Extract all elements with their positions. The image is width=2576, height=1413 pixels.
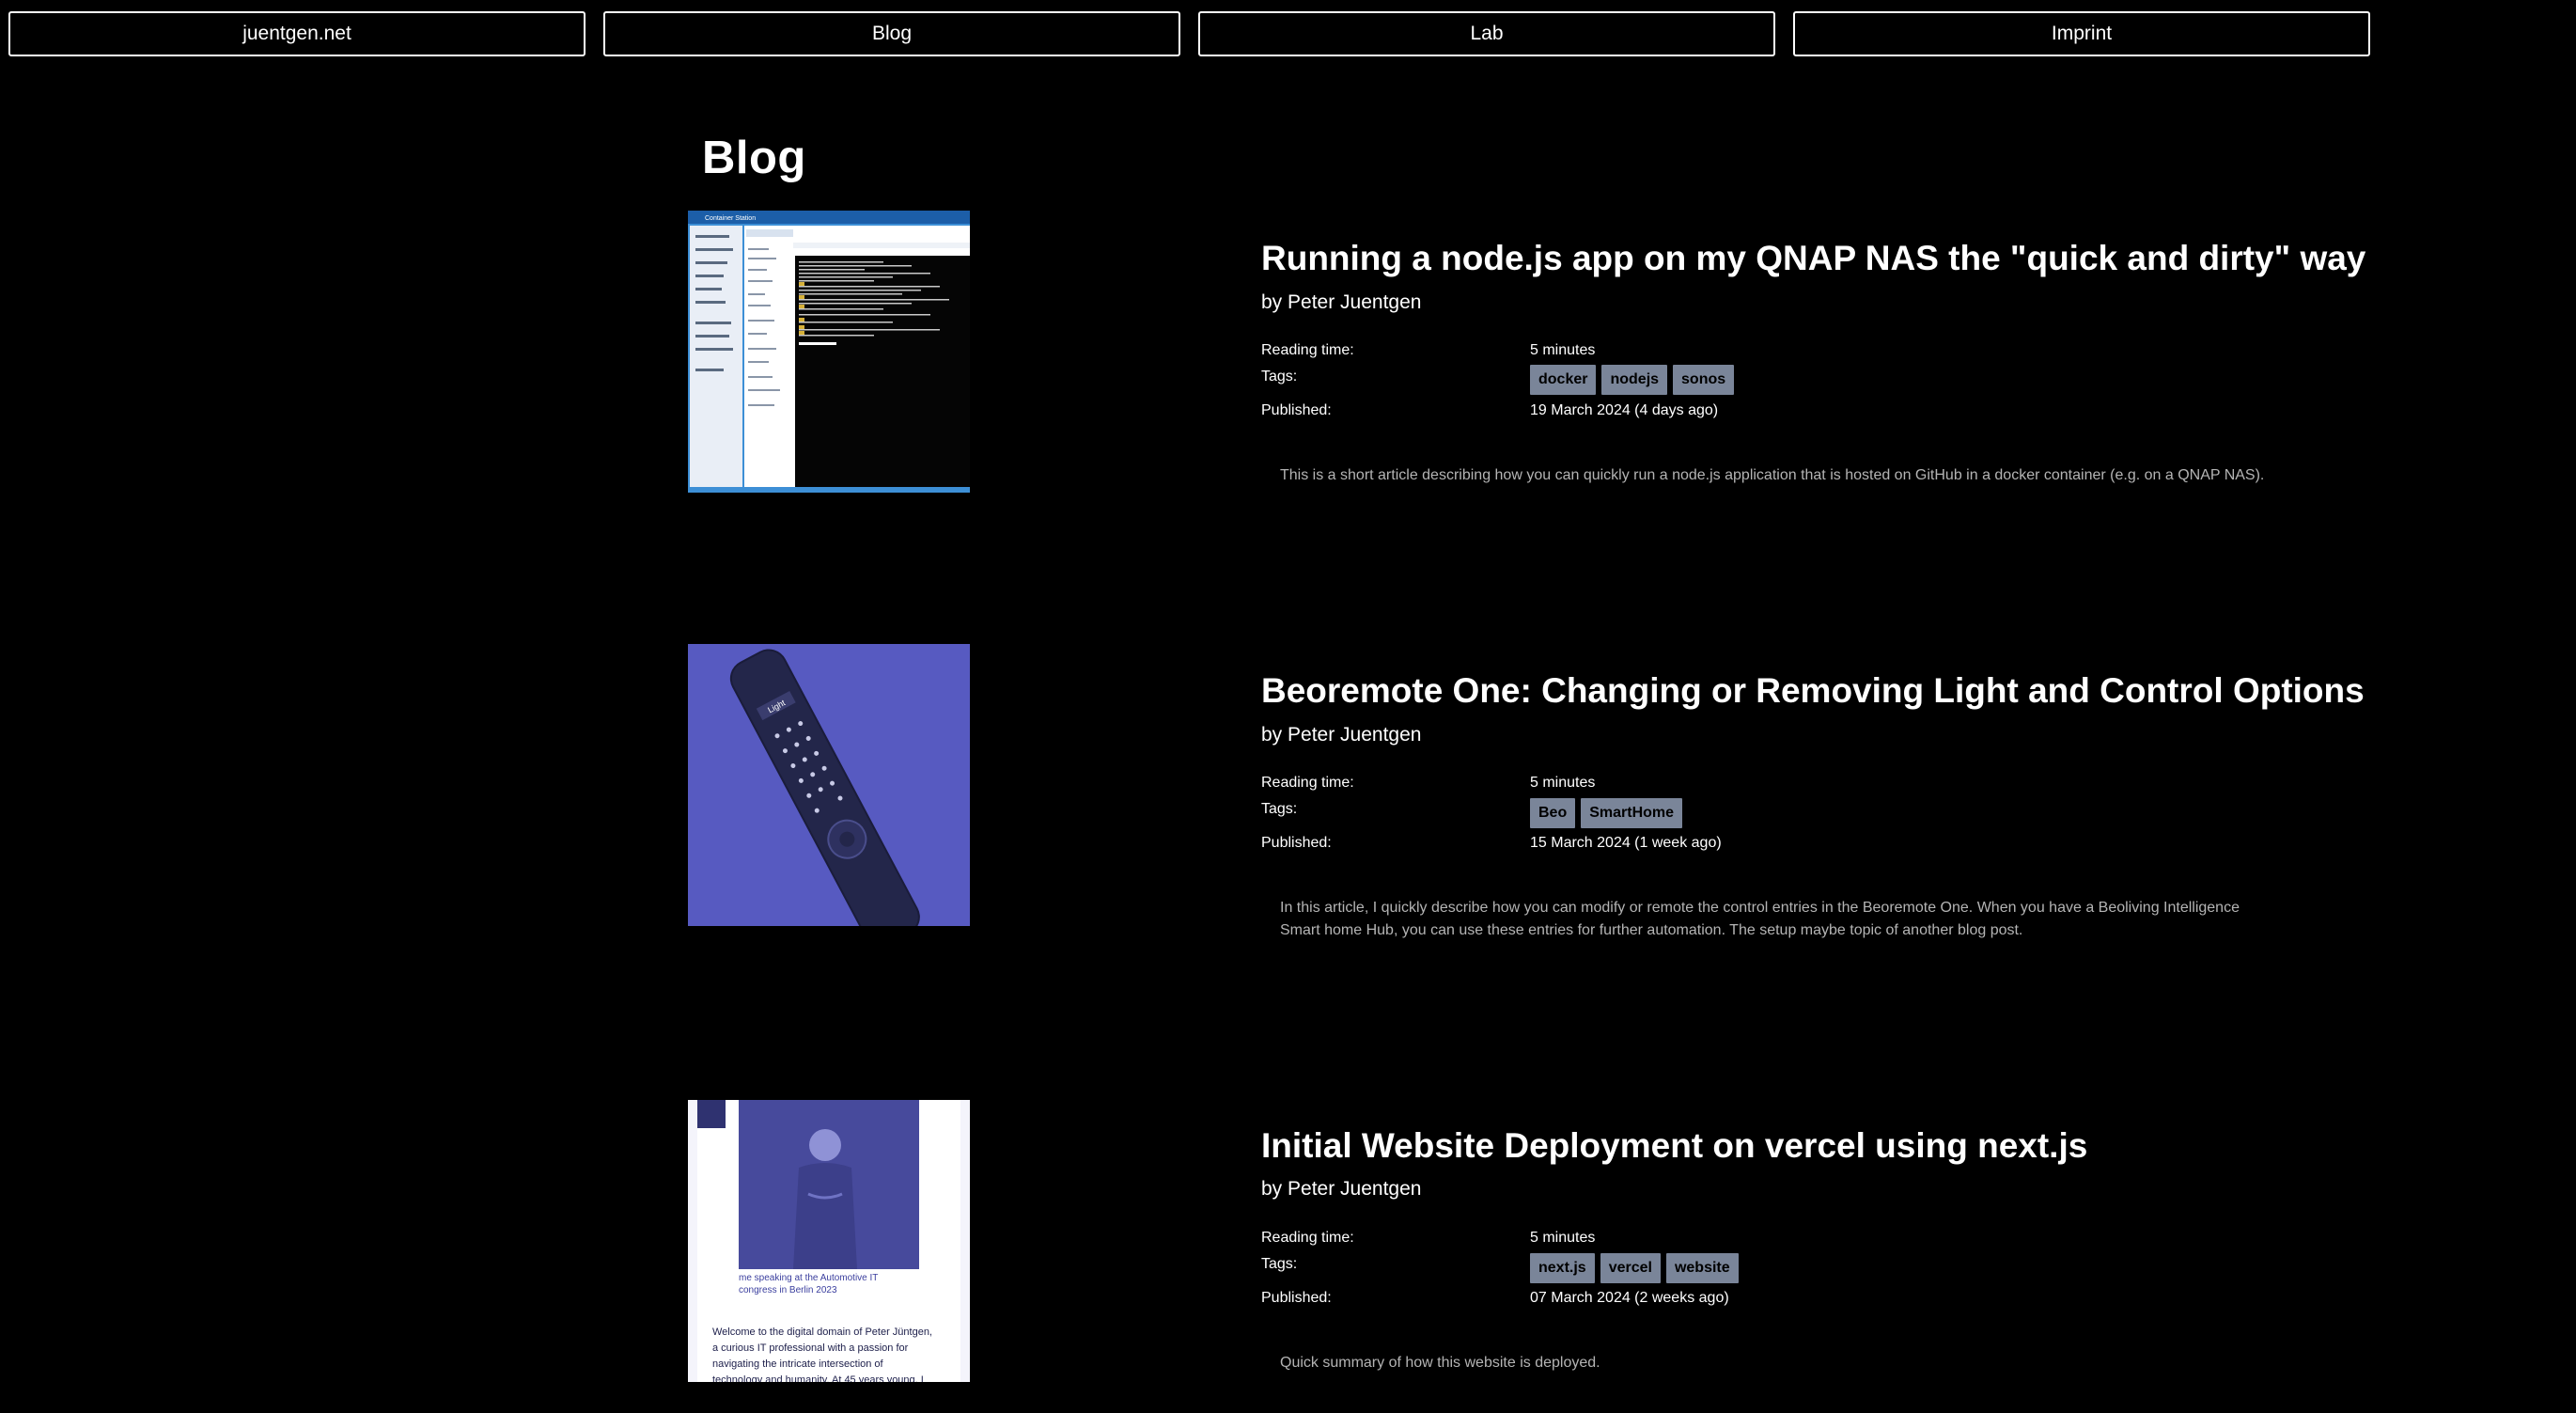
reading-time-value: 5 minutes: [1530, 775, 1596, 791]
website-screenshot-image: me speaking at the Automotive IT congres…: [688, 1100, 970, 1382]
tag-list: docker nodejs sonos: [1530, 365, 1735, 395]
post-thumbnail-qnap[interactable]: Container Station: [688, 211, 970, 493]
tags-label: Tags:: [1261, 1256, 1298, 1272]
published-label: Published:: [1261, 402, 1332, 418]
tag-badge[interactable]: vercel: [1600, 1253, 1661, 1283]
published-label: Published:: [1261, 1290, 1332, 1306]
nav-imprint-button[interactable]: Imprint: [1793, 11, 2370, 56]
post-thumbnail-beoremote[interactable]: Light: [688, 644, 970, 926]
tag-badge[interactable]: nodejs: [1601, 365, 1668, 395]
post-excerpt: Quick summary of how this website is dep…: [1280, 1355, 1600, 1371]
tag-badge[interactable]: Beo: [1530, 798, 1576, 828]
reading-time-value: 5 minutes: [1530, 1230, 1596, 1246]
tag-list: next.js vercel website: [1530, 1253, 1739, 1283]
nav-lab-button[interactable]: Lab: [1198, 11, 1775, 56]
tag-badge[interactable]: sonos: [1673, 365, 1735, 395]
published-date: 07 March 2024 (2 weeks ago): [1530, 1290, 1729, 1306]
post-title[interactable]: Beoremote One: Changing or Removing Ligh…: [1261, 671, 2365, 711]
nav-blog-button[interactable]: Blog: [603, 11, 1180, 56]
post-thumbnail-website[interactable]: me speaking at the Automotive IT congres…: [688, 1100, 970, 1382]
post-excerpt: This is a short article describing how y…: [1280, 467, 2265, 483]
tags-label: Tags:: [1261, 369, 1298, 385]
tag-badge[interactable]: SmartHome: [1581, 798, 1683, 828]
post-author: by Peter Juentgen: [1261, 1178, 1422, 1200]
post-title[interactable]: Initial Website Deployment on vercel usi…: [1261, 1126, 2087, 1166]
thumb-app-title: Container Station: [705, 215, 756, 222]
tags-label: Tags:: [1261, 801, 1298, 817]
published-date: 19 March 2024 (4 days ago): [1530, 402, 1719, 418]
reading-time-label: Reading time:: [1261, 1230, 1354, 1246]
tag-badge[interactable]: website: [1665, 1253, 1739, 1283]
reading-time-value: 5 minutes: [1530, 342, 1596, 358]
tag-list: Beo SmartHome: [1530, 798, 1683, 828]
tag-badge[interactable]: docker: [1530, 365, 1597, 395]
post-author: by Peter Juentgen: [1261, 291, 1422, 313]
published-label: Published:: [1261, 835, 1332, 851]
top-navigation: juentgen.net Blog Lab Imprint: [8, 11, 2371, 56]
post-excerpt: In this article, I quickly describe how …: [1280, 900, 2240, 938]
page-title: Blog: [702, 133, 806, 183]
post-title[interactable]: Running a node.js app on my QNAP NAS the…: [1261, 239, 2365, 278]
beoremote-photo-image: Light: [688, 644, 970, 926]
reading-time-label: Reading time:: [1261, 775, 1354, 791]
reading-time-label: Reading time:: [1261, 342, 1354, 358]
tag-badge[interactable]: next.js: [1530, 1253, 1595, 1283]
post-author: by Peter Juentgen: [1261, 724, 1422, 746]
published-date: 15 March 2024 (1 week ago): [1530, 835, 1722, 851]
nav-home-button[interactable]: juentgen.net: [8, 11, 585, 56]
container-station-screenshot-image: Container Station: [688, 211, 970, 493]
